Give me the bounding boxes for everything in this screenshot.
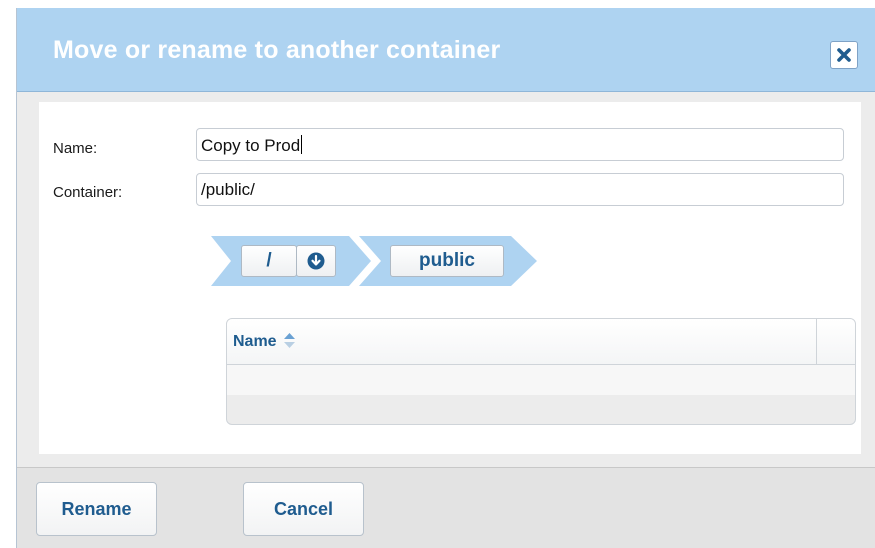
breadcrumb-public-button[interactable]: public: [390, 245, 504, 277]
breadcrumb-dropdown-button[interactable]: [296, 245, 336, 277]
dialog-titlebar[interactable]: Move or rename to another container: [17, 8, 875, 92]
column-header-name-label: Name: [233, 333, 277, 350]
breadcrumb-root-label: /: [266, 250, 272, 271]
container-label: Container:: [53, 184, 123, 201]
move-rename-dialog: Move or rename to another container Name…: [16, 8, 875, 548]
dialog-footer: Rename Cancel: [17, 467, 875, 548]
breadcrumb-public-label: public: [419, 250, 475, 271]
name-input[interactable]: Copy to Prod: [196, 128, 844, 161]
name-label: Name:: [53, 140, 98, 157]
breadcrumb-root-button[interactable]: /: [241, 245, 297, 277]
close-icon: [837, 48, 851, 62]
arrow-down-circle-icon: [307, 252, 325, 270]
column-header-name[interactable]: Name: [233, 333, 296, 351]
name-input-value: Copy to Prod: [201, 136, 301, 155]
container-grid: Name: [226, 318, 856, 425]
rename-button[interactable]: Rename: [36, 482, 157, 536]
container-input[interactable]: /public/: [196, 173, 844, 206]
cancel-button[interactable]: Cancel: [243, 482, 364, 536]
rename-button-label: Rename: [61, 498, 132, 519]
cancel-button-label: Cancel: [273, 498, 334, 519]
column-divider: [816, 319, 817, 365]
sort-icon: [284, 333, 296, 348]
grid-header: Name: [227, 319, 855, 365]
dialog-title: Move or rename to another container: [53, 36, 501, 64]
breadcrumb: / public: [211, 236, 541, 286]
grid-empty-row: [227, 365, 855, 395]
close-button[interactable]: [830, 41, 858, 69]
dialog-content: Name: Copy to Prod Container: /public/ /…: [39, 102, 861, 454]
container-input-value: /public/: [201, 180, 255, 199]
text-caret: [301, 135, 303, 154]
